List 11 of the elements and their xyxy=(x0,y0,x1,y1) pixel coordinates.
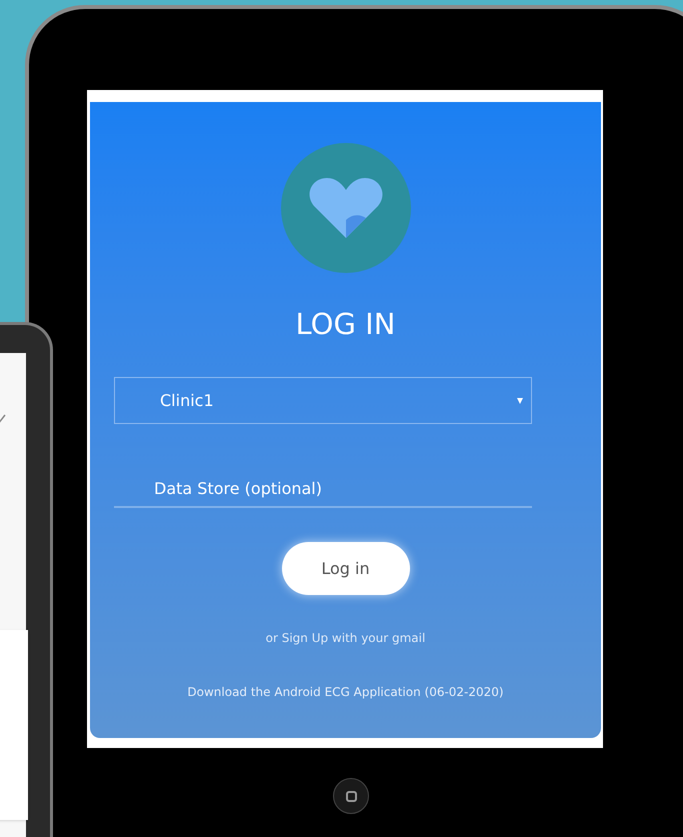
dropdown-caret-icon xyxy=(517,398,523,404)
login-button[interactable]: Log in xyxy=(282,542,410,595)
signup-link[interactable]: or Sign Up with your gmail xyxy=(266,629,426,647)
download-link[interactable]: Download the Android ECG Application (06-02-2020) xyxy=(187,683,504,701)
home-button[interactable] xyxy=(333,778,369,814)
select-value: Clinic1 xyxy=(160,390,214,412)
clinic-select[interactable]: Clinic1 xyxy=(114,377,532,424)
chevron-icon xyxy=(0,413,6,425)
heart-icon xyxy=(308,176,384,240)
login-title: LOG IN xyxy=(296,306,396,342)
data-store-field[interactable]: Data Store (optional) xyxy=(114,470,532,508)
